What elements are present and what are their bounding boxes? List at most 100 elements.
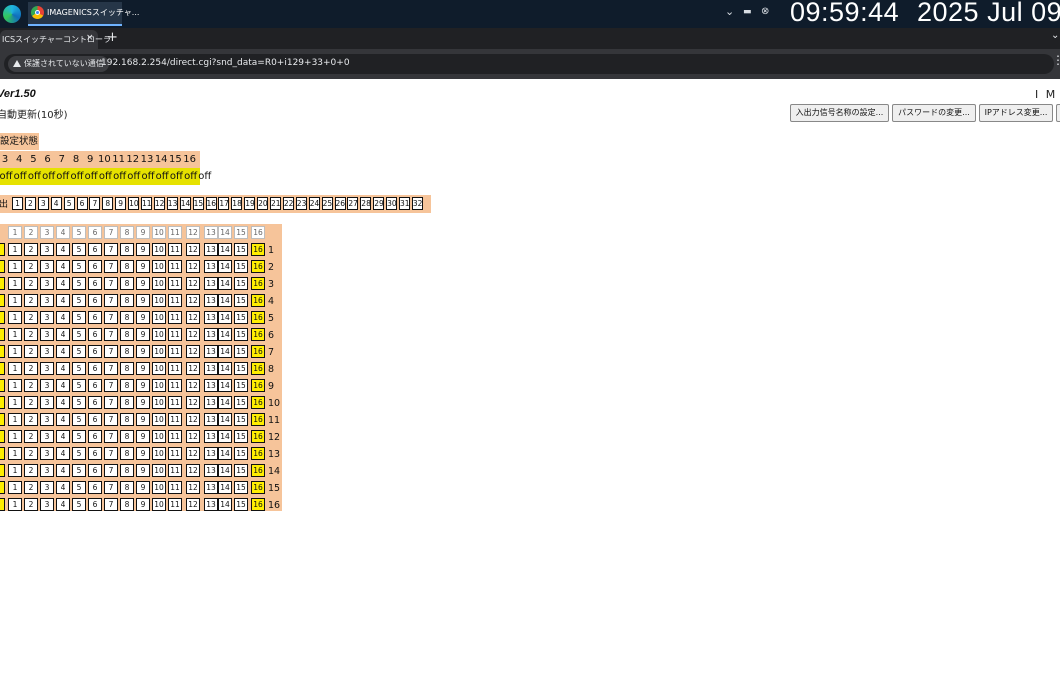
- crosspoint-button[interactable]: 4: [56, 430, 70, 443]
- crosspoint-button[interactable]: 6: [88, 294, 102, 307]
- crosspoint-button[interactable]: 13: [204, 396, 218, 409]
- crosspoint-button[interactable]: 16: [251, 379, 265, 392]
- crosspoint-button[interactable]: 4: [56, 345, 70, 358]
- crosspoint-button[interactable]: 3: [40, 294, 54, 307]
- crosspoint-button[interactable]: 12: [186, 447, 200, 460]
- crosspoint-button[interactable]: 11: [168, 328, 182, 341]
- crosspoint-button[interactable]: 16: [251, 260, 265, 273]
- crosspoint-button[interactable]: 3: [40, 260, 54, 273]
- matrix-column-header[interactable]: 12: [186, 226, 200, 239]
- crosspoint-button[interactable]: 1: [8, 464, 22, 477]
- crosspoint-button[interactable]: 15: [234, 396, 248, 409]
- crosspoint-button[interactable]: 10: [152, 498, 166, 511]
- crosspoint-button[interactable]: 12: [186, 481, 200, 494]
- close-circle-icon[interactable]: ⊗: [761, 6, 769, 17]
- crosspoint-button[interactable]: 14: [218, 362, 232, 375]
- crosspoint-button[interactable]: 6: [88, 464, 102, 477]
- crosspoint-button[interactable]: 5: [72, 413, 86, 426]
- crosspoint-button[interactable]: 8: [120, 243, 134, 256]
- crosspoint-button[interactable]: 8: [120, 430, 134, 443]
- crosspoint-button[interactable]: 4: [56, 396, 70, 409]
- crosspoint-button[interactable]: 8: [120, 277, 134, 290]
- crosspoint-button[interactable]: 7: [104, 311, 118, 324]
- crosspoint-button[interactable]: 13: [204, 498, 218, 511]
- crosspoint-button[interactable]: 13: [204, 345, 218, 358]
- crosspoint-button[interactable]: 12: [186, 396, 200, 409]
- crosspoint-button[interactable]: 12: [186, 345, 200, 358]
- output-button[interactable]: 28: [360, 197, 372, 210]
- crosspoint-button[interactable]: 9: [136, 311, 150, 324]
- crosspoint-button[interactable]: 1: [8, 277, 22, 290]
- crosspoint-button[interactable]: 7: [104, 345, 118, 358]
- crosspoint-button[interactable]: 5: [72, 430, 86, 443]
- crosspoint-button[interactable]: 15: [234, 498, 248, 511]
- crosspoint-button[interactable]: 14: [218, 345, 232, 358]
- matrix-column-header[interactable]: 14: [218, 226, 232, 239]
- crosspoint-button[interactable]: 11: [168, 362, 182, 375]
- output-button[interactable]: 17: [218, 197, 230, 210]
- crosspoint-button[interactable]: 6: [88, 481, 102, 494]
- crosspoint-button[interactable]: 7: [104, 498, 118, 511]
- crosspoint-button[interactable]: 15: [234, 362, 248, 375]
- matrix-column-header[interactable]: 15: [234, 226, 248, 239]
- crosspoint-button[interactable]: 16: [251, 464, 265, 477]
- crosspoint-button[interactable]: 15: [234, 311, 248, 324]
- output-button[interactable]: 16: [205, 197, 217, 210]
- crosspoint-button[interactable]: 1: [8, 243, 22, 256]
- output-button[interactable]: 5: [63, 197, 75, 210]
- crosspoint-button[interactable]: 9: [136, 379, 150, 392]
- crosspoint-button[interactable]: 1: [8, 260, 22, 273]
- output-button[interactable]: 32: [411, 197, 423, 210]
- crosspoint-button[interactable]: 15: [234, 464, 248, 477]
- crosspoint-button[interactable]: 10: [152, 328, 166, 341]
- crosspoint-button[interactable]: 10: [152, 379, 166, 392]
- crosspoint-button[interactable]: 15: [234, 413, 248, 426]
- matrix-column-header[interactable]: 5: [72, 226, 86, 239]
- crosspoint-button[interactable]: 10: [152, 464, 166, 477]
- crosspoint-button[interactable]: 12: [186, 277, 200, 290]
- crosspoint-button[interactable]: 2: [24, 464, 38, 477]
- crosspoint-button[interactable]: 2: [24, 277, 38, 290]
- crosspoint-button[interactable]: 14: [218, 328, 232, 341]
- crosspoint-button[interactable]: 8: [120, 396, 134, 409]
- crosspoint-button[interactable]: 13: [204, 311, 218, 324]
- crosspoint-button[interactable]: 5: [72, 243, 86, 256]
- crosspoint-button[interactable]: 11: [168, 277, 182, 290]
- crosspoint-button[interactable]: 15: [234, 447, 248, 460]
- crosspoint-button[interactable]: 11: [168, 243, 182, 256]
- output-button[interactable]: 10: [128, 197, 140, 210]
- output-button[interactable]: 2: [24, 197, 36, 210]
- menu-icon[interactable]: ⋮: [1052, 53, 1060, 67]
- crosspoint-button[interactable]: 5: [72, 328, 86, 341]
- matrix-column-header[interactable]: 13: [204, 226, 218, 239]
- matrix-column-header[interactable]: 10: [152, 226, 166, 239]
- crosspoint-button[interactable]: 14: [218, 311, 232, 324]
- matrix-column-header[interactable]: 2: [24, 226, 38, 239]
- crosspoint-button[interactable]: 16: [251, 430, 265, 443]
- battery-icon[interactable]: ▬: [743, 7, 752, 17]
- crosspoint-button[interactable]: 11: [168, 260, 182, 273]
- matrix-column-header[interactable]: 8: [120, 226, 134, 239]
- crosspoint-button[interactable]: 1: [8, 311, 22, 324]
- crosspoint-button[interactable]: 3: [40, 447, 54, 460]
- crosspoint-button[interactable]: 11: [168, 413, 182, 426]
- crosspoint-button[interactable]: 7: [104, 243, 118, 256]
- crosspoint-button[interactable]: 12: [186, 294, 200, 307]
- crosspoint-button[interactable]: 2: [24, 328, 38, 341]
- matrix-column-header[interactable]: 11: [168, 226, 182, 239]
- crosspoint-button[interactable]: 2: [24, 498, 38, 511]
- crosspoint-button[interactable]: 9: [136, 328, 150, 341]
- matrix-column-header[interactable]: 16: [251, 226, 265, 239]
- crosspoint-button[interactable]: 3: [40, 430, 54, 443]
- crosspoint-button[interactable]: 5: [72, 379, 86, 392]
- crosspoint-button[interactable]: 12: [186, 464, 200, 477]
- crosspoint-button[interactable]: 6: [88, 379, 102, 392]
- output-button[interactable]: 1: [12, 197, 23, 210]
- crosspoint-button[interactable]: 14: [218, 260, 232, 273]
- crosspoint-button[interactable]: 4: [56, 277, 70, 290]
- crosspoint-button[interactable]: 8: [120, 328, 134, 341]
- crosspoint-button[interactable]: 10: [152, 447, 166, 460]
- crosspoint-button[interactable]: 9: [136, 430, 150, 443]
- crosspoint-button[interactable]: 1: [8, 328, 22, 341]
- output-button[interactable]: 31: [399, 197, 410, 210]
